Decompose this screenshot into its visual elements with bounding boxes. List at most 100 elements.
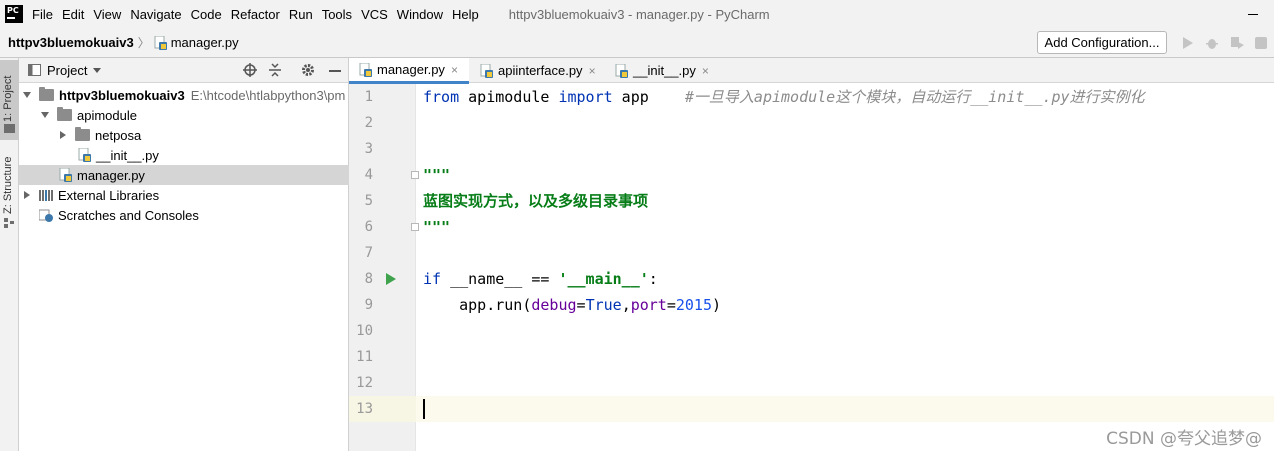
tree-item-netposa[interactable]: netposa [19,125,349,145]
expand-arrow-icon[interactable] [41,112,49,118]
chevron-down-icon[interactable] [93,67,102,73]
menu-view[interactable]: View [93,7,121,22]
coverage-icon[interactable] [1229,35,1245,51]
code-line-1[interactable]: from apimodule import app #一旦导入apimodule… [423,84,1145,110]
tab-init-py[interactable]: __init__.py × [608,58,718,83]
scratches-icon [39,209,53,222]
tree-item-scratches[interactable]: Scratches and Consoles [19,205,349,225]
code-line-9[interactable]: app.run(debug=True,port=2015) [423,292,721,318]
python-file-icon [480,63,494,78]
line-number: 11 [356,349,373,365]
line-number: 9 [364,297,373,313]
structure-tool-tab[interactable]: Z: Structure [0,146,19,232]
tree-item-label: External Libraries [58,187,160,203]
python-file-icon [154,35,168,50]
debug-icon[interactable] [1204,35,1220,51]
project-tool-tab[interactable]: 1: Project [0,60,19,140]
menu-vcs[interactable]: VCS [361,7,388,22]
minimize-panel-icon[interactable] [329,70,341,72]
menu-tools[interactable]: Tools [322,7,352,22]
menu-file[interactable]: File [32,7,53,22]
tool-window-strip: 1: Project Z: Structure [0,58,19,451]
folder-icon [4,124,15,133]
tree-item-label: netposa [95,127,142,143]
tab-label: __init__.py [633,63,696,78]
locate-file-icon[interactable] [243,63,257,77]
menu-bar: PC File Edit View Navigate Code Refactor… [0,0,1274,28]
line-number: 10 [356,323,373,339]
tab-label: manager.py [377,62,445,77]
breadcrumb-project[interactable]: httpv3bluemokuaiv3 [8,35,134,50]
gear-icon[interactable] [301,63,315,77]
python-file-icon [78,147,92,162]
structure-tool-label: Z: Structure [2,156,14,214]
collapsed-arrow-icon[interactable] [24,191,30,199]
tab-manager-py[interactable]: manager.py × [349,58,469,84]
line-number: 3 [364,141,373,157]
menu-refactor[interactable]: Refactor [231,7,280,22]
pycharm-logo-icon: PC [5,5,23,23]
window-title: httpv3bluemokuaiv3 - manager.py - PyChar… [508,6,770,22]
run-icon[interactable] [1179,35,1195,51]
code-line-5[interactable]: 蓝图实现方式，以及多级目录事项 [423,188,648,214]
tree-item-label: apimodule [77,107,137,123]
project-panel-title[interactable]: Project [47,63,87,78]
collapse-all-icon[interactable] [268,63,282,77]
project-path: E:\htcode\htlabpython3\pm [190,87,346,103]
library-icon [39,190,53,201]
line-number: 2 [364,115,373,131]
expand-arrow-icon[interactable] [23,92,31,98]
project-panel-header: Project [19,58,348,83]
tree-item-label: __init__.py [96,147,159,163]
python-file-icon [59,167,73,182]
add-configuration-button[interactable]: Add Configuration... [1037,31,1167,54]
project-tool-label: 1: Project [2,75,14,122]
code-line-8[interactable]: if __name__ == '__main__': [423,266,658,292]
fold-marker-icon[interactable] [411,223,419,231]
tree-item-manager-py[interactable]: manager.py [19,165,349,185]
folder-icon [57,107,72,121]
tree-item-external-libraries[interactable]: External Libraries [19,185,349,205]
current-line-highlight [349,396,1274,422]
tree-item-apimodule[interactable]: apimodule [19,105,349,125]
tree-item-label: manager.py [77,167,145,183]
tree-item-init-py[interactable]: __init__.py [19,145,349,165]
tree-item-project-root[interactable]: httpv3bluemokuaiv3 E:\htcode\htlabpython… [19,85,349,105]
run-gutter-icon[interactable] [386,273,396,285]
fold-marker-icon[interactable] [411,171,419,179]
folder-icon [39,87,54,101]
menu-help[interactable]: Help [452,7,479,22]
menu-edit[interactable]: Edit [62,7,84,22]
tree-item-label: httpv3bluemokuaiv3 [59,87,185,103]
line-number: 1 [364,89,373,105]
watermark: CSDN @夸父追梦@ [1106,429,1262,449]
line-number: 6 [364,219,373,235]
line-number: 8 [364,271,373,287]
folder-icon [75,127,90,141]
line-number: 12 [356,375,373,391]
menu-run[interactable]: Run [289,7,313,22]
breadcrumb-file[interactable]: manager.py [171,35,239,50]
close-icon[interactable]: × [451,63,458,77]
line-number: 7 [364,245,373,261]
code-line-4[interactable]: """ [423,162,450,188]
editor-gutter: 1 2 3 4 5 6 7 8 9 10 11 12 13 [349,84,419,451]
code-editor: manager.py × apiinterface.py × __init__.… [349,58,1274,451]
menu-window[interactable]: Window [397,7,443,22]
stop-icon[interactable] [1253,35,1269,51]
tab-label: apiinterface.py [498,63,583,78]
code-line-6[interactable]: """ [423,214,450,240]
project-view-icon [28,64,41,76]
menu-code[interactable]: Code [191,7,222,22]
close-icon[interactable]: × [702,64,709,78]
python-file-icon [615,63,629,78]
close-icon[interactable]: × [589,64,596,78]
breadcrumb-separator-icon: 〉 [137,36,150,50]
menu-navigate[interactable]: Navigate [130,7,181,22]
project-panel: Project httpv3bluemokuaiv3 E:\htcode\htl… [19,58,349,451]
line-number: 5 [364,193,373,209]
window-controls [1248,4,1264,15]
collapsed-arrow-icon[interactable] [60,131,66,139]
tab-apiinterface-py[interactable]: apiinterface.py × [471,58,606,83]
minimize-icon[interactable] [1248,14,1258,15]
